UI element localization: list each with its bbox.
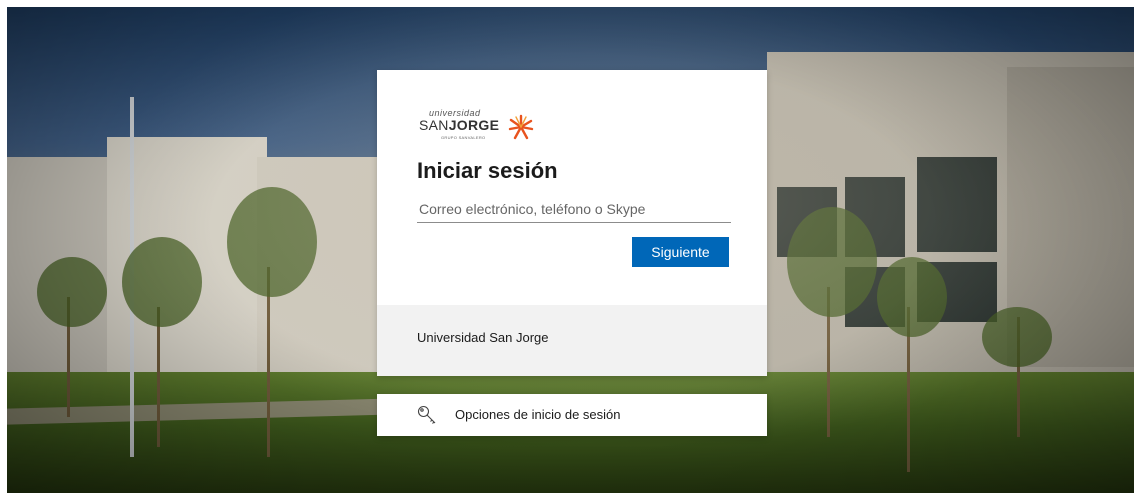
page-title: Iniciar sesión	[417, 158, 558, 183]
signin-options-label: Opciones de inicio de sesión	[455, 407, 621, 422]
logo-san: SAN	[419, 117, 449, 133]
signin-options-button[interactable]: Opciones de inicio de sesión	[377, 394, 767, 436]
email-field[interactable]	[417, 196, 731, 223]
organization-footer: Universidad San Jorge	[377, 305, 767, 376]
organization-name: Universidad San Jorge	[417, 330, 549, 345]
university-logo: universidad SANJORGE GRUPO SANVALERO	[419, 108, 539, 146]
logo-jorge: JORGE	[448, 117, 500, 133]
next-button[interactable]: Siguiente	[632, 237, 729, 267]
star-emblem-icon	[508, 114, 534, 140]
signin-card: universidad SANJORGE GRUPO SANVALERO Ini…	[377, 70, 767, 376]
logo-group-text: GRUPO SANVALERO	[441, 135, 486, 140]
logo-name: SANJORGE	[419, 117, 499, 133]
key-icon	[417, 405, 436, 424]
